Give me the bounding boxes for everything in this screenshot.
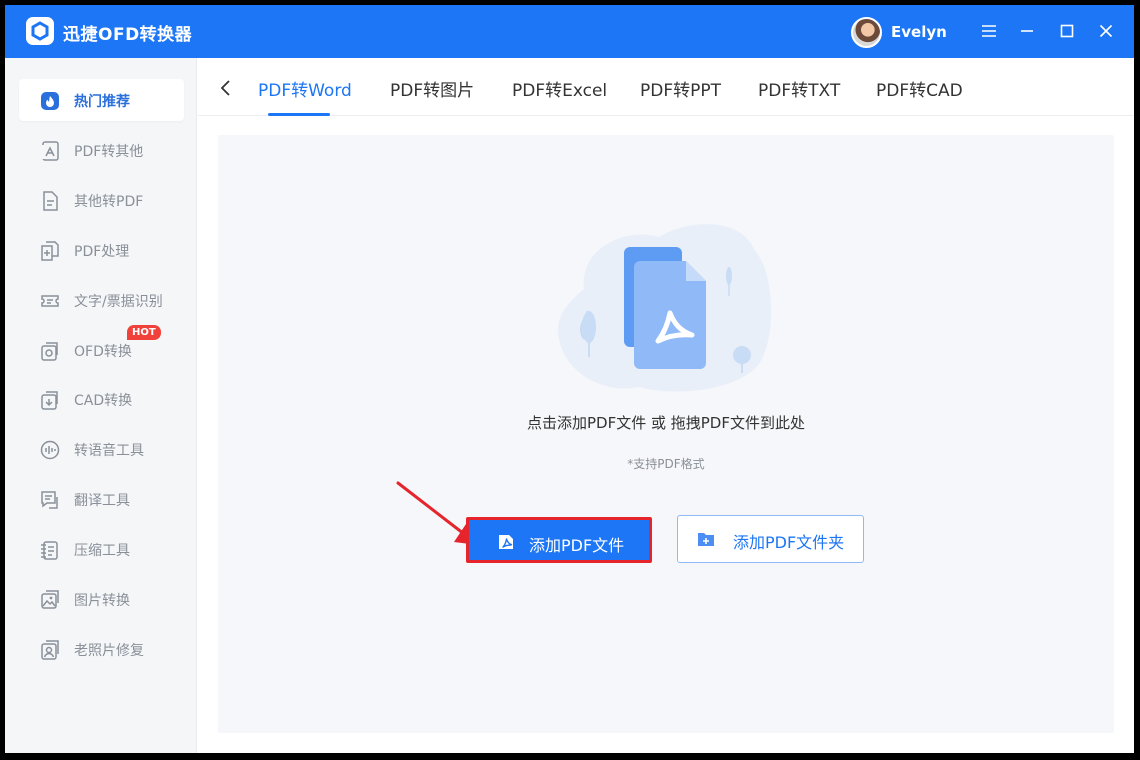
sidebar-item-label: 老照片修复 [74, 643, 144, 659]
sidebar-item-label: PDF处理 [74, 244, 130, 260]
to-pdf-icon [43, 191, 58, 211]
tab-pdf-to-txt[interactable]: PDF转TXT [758, 76, 840, 101]
pdf-convert-icon [41, 141, 59, 161]
sidebar-item-other-to-pdf[interactable]: 其他转PDF [19, 179, 184, 221]
photo-restore-icon [41, 640, 59, 660]
app-title: 迅捷OFD转换器 [63, 25, 193, 45]
ocr-icon [41, 295, 59, 307]
hot-recommend-icon [41, 92, 59, 110]
minimize-icon[interactable] [1017, 21, 1037, 41]
main-content: 点击添加PDF文件 或 拖拽PDF文件到此处 *支持PDF格式 添加PDF文件 … [198, 116, 1134, 753]
tab-pdf-to-cad[interactable]: PDF转CAD [876, 76, 963, 101]
drop-hint-text: 点击添加PDF文件 或 拖拽PDF文件到此处 [527, 414, 805, 432]
ofd-icon [41, 342, 58, 361]
sidebar-item-label: 热门推荐 [74, 94, 130, 110]
sidebar-item-ocr[interactable]: 文字/票据识别 [19, 279, 184, 321]
sidebar-item-translate[interactable]: 翻译工具 [19, 478, 184, 520]
sidebar-item-hot[interactable]: 热门推荐 [19, 79, 184, 121]
pdf-files-illustration-icon [557, 224, 772, 392]
tab-pdf-to-image[interactable]: PDF转图片 [390, 76, 474, 101]
hot-badge: HOT [127, 325, 161, 340]
close-icon[interactable] [1096, 21, 1116, 41]
cad-icon [41, 391, 58, 410]
tab-pdf-to-ppt[interactable]: PDF转PPT [640, 76, 721, 101]
sidebar-item-pdf-process[interactable]: PDF处理 [19, 229, 184, 271]
sidebar-item-label: 文字/票据识别 [74, 294, 163, 310]
sidebar-item-image[interactable]: 图片转换 [19, 578, 184, 620]
menu-icon[interactable] [979, 21, 999, 41]
tab-pdf-to-excel[interactable]: PDF转Excel [512, 76, 607, 101]
sidebar-item-label: 转语音工具 [74, 443, 144, 459]
sidebar-item-compress[interactable]: 压缩工具 [19, 528, 184, 570]
sidebar-item-label: 图片转换 [74, 593, 130, 609]
tab-pdf-to-word[interactable]: PDF转Word [258, 76, 352, 101]
sidebar-item-label: PDF转其他 [74, 144, 144, 160]
sidebar-item-ofd[interactable]: OFD转换 HOT [19, 325, 184, 371]
user-avatar[interactable] [851, 17, 882, 48]
compress-icon [41, 541, 58, 560]
sidebar-item-label: 翻译工具 [74, 493, 130, 509]
sidebar-item-label: 其他转PDF [74, 194, 144, 210]
add-pdf-folder-button[interactable]: 添加PDF文件夹 [677, 515, 864, 563]
title-bar: 迅捷OFD转换器 Evelyn [5, 5, 1134, 58]
sidebar-item-pdf-to-other[interactable]: PDF转其他 [19, 129, 184, 171]
add-pdf-folder-label: 添加PDF文件夹 [733, 533, 845, 552]
tab-bar: PDF转Word PDF转图片 PDF转Excel PDF转PPT PDF转TX… [198, 58, 1134, 116]
add-pdf-file-label: 添加PDF文件 [529, 536, 625, 555]
sidebar-item-photo-restore[interactable]: 老照片修复 [19, 628, 184, 670]
image-icon [41, 590, 59, 609]
pdf-process-icon [41, 241, 59, 261]
file-drop-zone[interactable]: 点击添加PDF文件 或 拖拽PDF文件到此处 *支持PDF格式 添加PDF文件 … [218, 135, 1114, 733]
chevron-left-icon[interactable] [218, 79, 234, 97]
sidebar: 热门推荐 PDF转其他 其他转PDF PDF处理 文字/票据识别 OFD转换 H… [5, 58, 197, 753]
add-pdf-file-button[interactable]: 添加PDF文件 [466, 517, 652, 563]
add-folder-icon [698, 533, 714, 546]
translate-icon [41, 491, 58, 509]
sidebar-item-voice[interactable]: 转语音工具 [19, 428, 184, 470]
pdf-file-icon [499, 535, 513, 549]
username[interactable]: Evelyn [891, 23, 947, 41]
voice-icon [40, 440, 60, 460]
sidebar-item-label: OFD转换 [74, 344, 132, 360]
sidebar-item-cad[interactable]: CAD转换 [19, 378, 184, 420]
app-window: 迅捷OFD转换器 Evelyn 热门推荐 PDF转其他 其他转PDF PDF处理… [5, 5, 1134, 753]
sidebar-item-label: CAD转换 [74, 393, 133, 409]
sidebar-item-label: 压缩工具 [74, 543, 130, 559]
maximize-icon[interactable] [1057, 21, 1077, 41]
app-logo-icon [26, 17, 54, 45]
format-hint-text: *支持PDF格式 [627, 457, 705, 471]
